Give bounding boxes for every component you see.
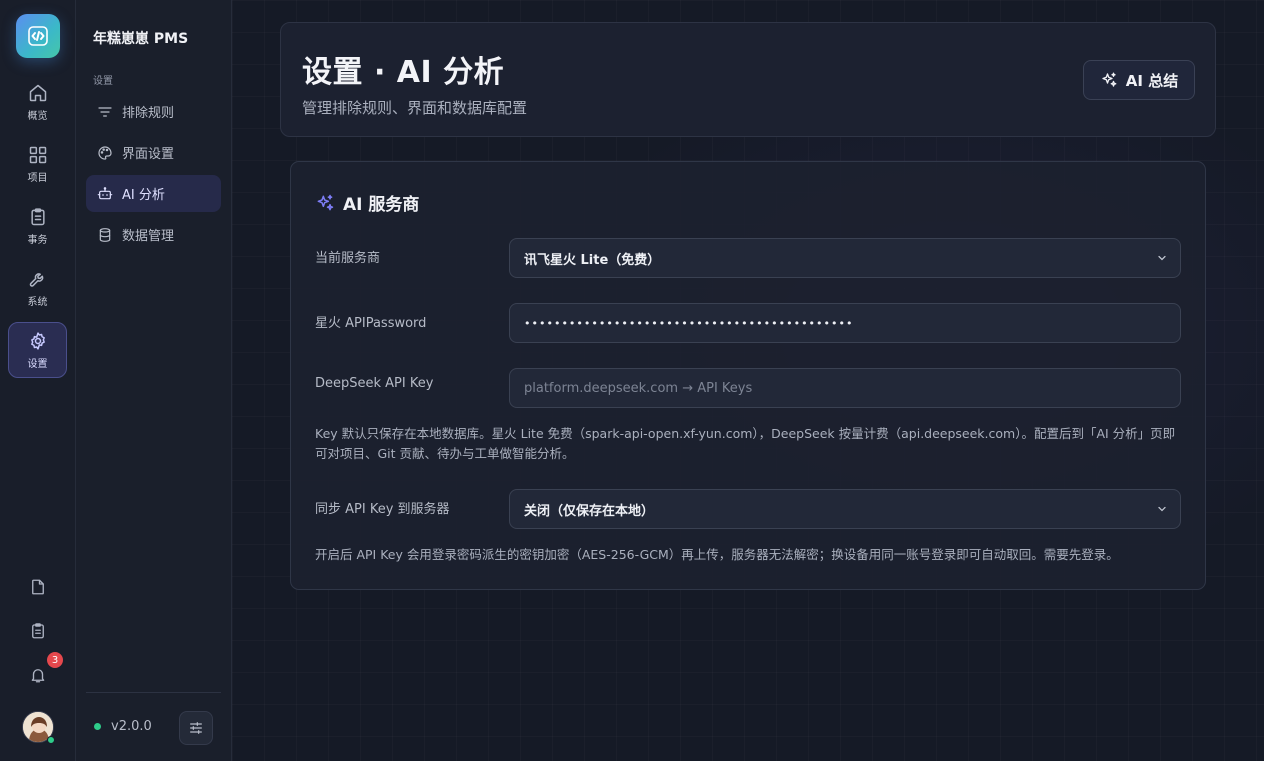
chevron-down-icon: [1158, 506, 1166, 512]
sync-key-value: 关闭（仅保存在本地）: [524, 503, 655, 519]
tasks-button[interactable]: [22, 615, 54, 647]
brand-name: 年糕崽崽 PMS: [93, 31, 189, 47]
subnav-item-exclude-rules[interactable]: 排除规则: [86, 93, 221, 130]
status-dot: [94, 723, 101, 730]
rail-label: 事务: [27, 234, 48, 246]
page-header: 设置 · AI 分析 管理排除规则、界面和数据库配置 AI 总结: [280, 22, 1216, 137]
bell-icon: [31, 669, 45, 683]
subnav-item-ui-settings[interactable]: 界面设置: [86, 134, 221, 171]
document-icon: [32, 579, 44, 595]
rail-item-projects[interactable]: 项目: [8, 136, 67, 192]
deepseek-key-label: DeepSeek API Key: [315, 376, 434, 391]
wrench-icon: [29, 272, 43, 287]
ai-summary-label: AI 总结: [1125, 71, 1179, 90]
version-label: v2.0.0: [111, 719, 152, 734]
document-button[interactable]: [22, 571, 54, 603]
deepseek-key-input[interactable]: platform.deepseek.com → API Keys: [509, 368, 1181, 408]
subnav-item-label: 界面设置: [122, 147, 175, 162]
robot-icon: [96, 185, 114, 203]
chevron-down-icon: [1158, 255, 1166, 261]
subnav-item-label: AI 分析: [122, 188, 165, 203]
spark-password-value: ••••••••••••••••••••••••••••••••••••••••…: [524, 316, 854, 330]
subnav-item-ai-analysis[interactable]: AI 分析: [86, 175, 221, 212]
rail-item-overview[interactable]: 概览: [8, 74, 67, 130]
rail-label: 概览: [27, 110, 48, 122]
subnav-item-label: 排除规则: [122, 106, 175, 121]
spark-password-input[interactable]: ••••••••••••••••••••••••••••••••••••••••…: [509, 303, 1181, 343]
filter-icon: [96, 103, 114, 121]
ai-summary-button[interactable]: AI 总结: [1083, 60, 1195, 100]
icon-rail: 概览 项目 事务 系统 设置 3: [0, 0, 76, 761]
settings-subnav: 年糕崽崽 PMS 设置 排除规则 界面设置 AI 分析 数据管理 v2.0.0: [76, 0, 232, 761]
palette-icon: [96, 144, 114, 162]
version-indicator: v2.0.0: [94, 719, 152, 734]
home-icon: [29, 84, 46, 101]
sync-key-select[interactable]: 关闭（仅保存在本地）: [509, 489, 1181, 529]
spark-password-label: 星火 APIPassword: [315, 316, 427, 331]
clipboard-list-icon: [32, 623, 44, 639]
database-icon: [96, 226, 114, 244]
ai-provider-card: AI 服务商 当前服务商 讯飞星火 Lite（免费） 星火 APIPasswor…: [290, 161, 1206, 590]
online-status-dot: [47, 736, 55, 744]
sync-key-label: 同步 API Key 到服务器: [315, 502, 450, 517]
section-label: 设置: [93, 76, 113, 87]
rail-label: 设置: [27, 358, 48, 370]
rail-item-settings[interactable]: 设置: [8, 322, 67, 378]
clipboard-icon: [30, 207, 45, 225]
page-subtitle: 管理排除规则、界面和数据库配置: [302, 99, 528, 117]
rail-label: 项目: [27, 172, 48, 184]
sparkles-icon: [1102, 72, 1117, 87]
subnav-item-data-management[interactable]: 数据管理: [86, 216, 221, 253]
card-title: AI 服务商: [315, 190, 419, 215]
divider: [86, 692, 221, 693]
notification-badge: 3: [47, 652, 63, 668]
key-storage-note: Key 默认只保存在本地数据库。星火 Lite 免费（spark-api-ope…: [315, 426, 1176, 461]
current-provider-label: 当前服务商: [315, 251, 381, 266]
sliders-icon: [190, 722, 202, 734]
current-provider-select[interactable]: 讯飞星火 Lite（免费）: [509, 238, 1181, 278]
rail-item-system[interactable]: 系统: [8, 260, 67, 316]
card-title-text: AI 服务商: [343, 195, 420, 215]
rail-item-affairs[interactable]: 事务: [8, 198, 67, 254]
page-title: 设置 · AI 分析: [302, 55, 505, 90]
current-provider-value: 讯飞星火 Lite（免费）: [524, 252, 661, 268]
preferences-button[interactable]: [179, 711, 213, 745]
subnav-item-label: 数据管理: [122, 229, 175, 244]
deepseek-key-placeholder: platform.deepseek.com → API Keys: [524, 380, 753, 396]
code-icon: [28, 26, 48, 46]
gear-icon: [30, 331, 45, 350]
sparkles-icon: [317, 194, 334, 210]
app-logo[interactable]: [16, 14, 60, 58]
sync-key-note: 开启后 API Key 会用登录密码派生的密钥加密（AES-256-GCM）再上…: [315, 547, 1119, 562]
grid-icon: [29, 146, 46, 163]
rail-label: 系统: [27, 296, 48, 308]
